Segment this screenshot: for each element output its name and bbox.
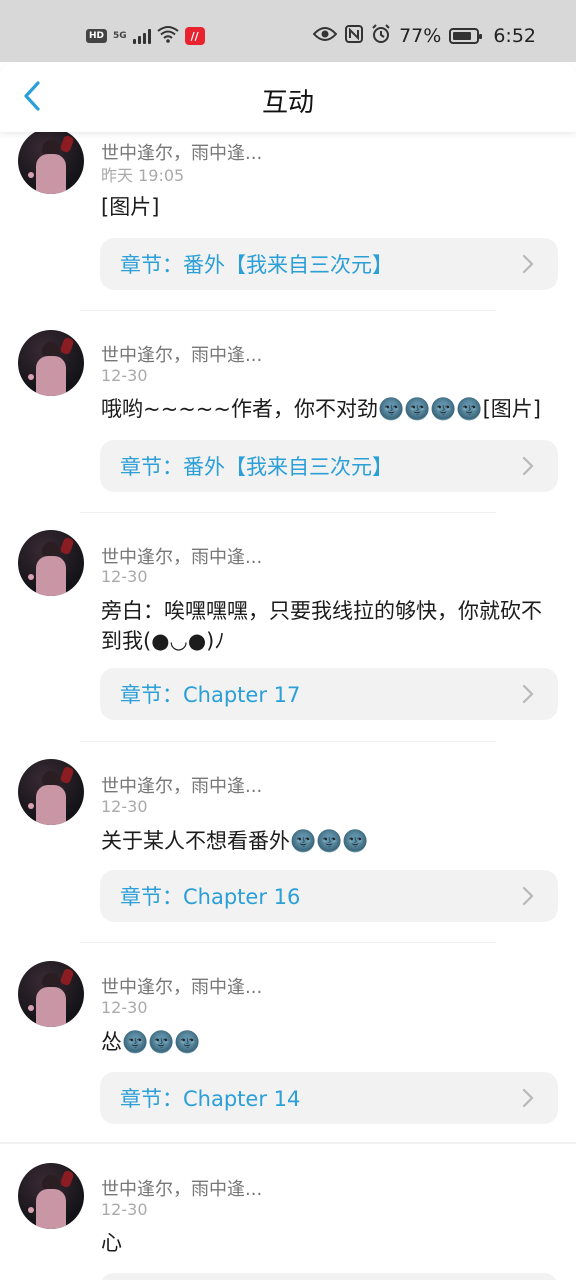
page-title: 互动 [261, 88, 314, 118]
clock: 6:52 [493, 25, 536, 47]
header-bar: 互动 [0, 62, 576, 132]
chevron-right-icon [522, 886, 536, 906]
chapter-link[interactable]: 章节：番外【我来自三次元】 [100, 238, 558, 290]
chapter-link[interactable]: 章节：Chapter 17 [100, 668, 558, 720]
signal-icon [132, 28, 151, 44]
battery-percent: 77% [399, 25, 442, 47]
user-name[interactable]: 世中逢尔，雨中逢... [101, 341, 262, 367]
divider [0, 1142, 576, 1144]
hd-icon: HD [86, 29, 108, 43]
user-name[interactable]: 世中逢尔，雨中逢... [101, 973, 262, 999]
divider [80, 942, 496, 943]
interaction-list[interactable]: 世中逢尔，雨中逢... 昨天 19:05 [图片] 章节：番外【我来自三次元】 … [0, 132, 576, 1280]
divider [80, 310, 496, 311]
chapter-link[interactable]: 章节：Chapter 14 [100, 1072, 558, 1124]
chevron-right-icon [522, 684, 536, 704]
network-type-label: 5G [113, 31, 127, 41]
avatar[interactable] [18, 530, 84, 596]
user-name[interactable]: 世中逢尔，雨中逢... [101, 543, 262, 569]
timestamp: 12-30 [101, 366, 148, 385]
timestamp: 12-30 [101, 797, 148, 816]
list-item: 世中逢尔，雨中逢... 12-30 哦哟~~~~~作者，你不对劲🌚🌚🌚🌚[图片]… [0, 330, 576, 535]
timestamp: 昨天 19:05 [101, 166, 185, 185]
list-item: 世中逢尔，雨中逢... 12-30 心 [0, 1163, 576, 1280]
wifi-icon [157, 25, 179, 47]
chapter-link[interactable]: 章节：Chapter 16 [100, 870, 558, 922]
list-item: 世中逢尔，雨中逢... 昨天 19:05 [图片] 章节：番外【我来自三次元】 [0, 132, 576, 333]
list-item: 世中逢尔，雨中逢... 12-30 旁白：唉嘿嘿嘿，只要我线拉的够快，你就砍不到… [0, 530, 576, 760]
comment-text: 关于某人不想看番外🌚🌚🌚 [101, 829, 369, 853]
status-right-icons: 77% 6:52 [312, 23, 536, 49]
eye-icon [312, 25, 338, 47]
comment-text: [图片] [101, 195, 160, 219]
chapter-label: 章节：Chapter 16 [120, 885, 301, 909]
timestamp: 12-30 [101, 1200, 148, 1219]
chapter-label: 章节：番外【我来自三次元】 [120, 253, 393, 277]
avatar[interactable] [18, 759, 84, 825]
chapter-label: 章节：Chapter 14 [120, 1087, 301, 1111]
comment-text: 旁白：唉嘿嘿嘿，只要我线拉的够快，你就砍不到我(●◡●)ﾉ [101, 599, 542, 653]
avatar[interactable] [18, 132, 84, 194]
comment-text: 心 [101, 1231, 122, 1255]
status-left-icons: HD 5G // [86, 24, 205, 48]
avatar[interactable] [18, 961, 84, 1027]
chevron-right-icon [522, 254, 536, 274]
comment-text: 哦哟~~~~~作者，你不对劲🌚🌚🌚🌚[图片] [101, 397, 541, 421]
divider [80, 741, 496, 742]
timestamp: 12-30 [101, 567, 148, 586]
list-item: 世中逢尔，雨中逢... 12-30 怂🌚🌚🌚 章节：Chapter 14 [0, 961, 576, 1166]
timestamp: 12-30 [101, 998, 148, 1017]
avatar[interactable] [18, 1163, 84, 1229]
list-item: 世中逢尔，雨中逢... 12-30 关于某人不想看番外🌚🌚🌚 章节：Chapte… [0, 759, 576, 964]
app-notification-icon: // [184, 27, 205, 45]
battery-icon [449, 28, 483, 44]
chapter-link[interactable]: 章节：番外【我来自三次元】 [100, 440, 558, 492]
comment-text: 怂🌚🌚🌚 [101, 1030, 201, 1054]
chapter-label: 章节：番外【我来自三次元】 [120, 455, 393, 479]
user-name[interactable]: 世中逢尔，雨中逢... [101, 1175, 262, 1201]
chevron-right-icon [522, 1088, 536, 1108]
chapter-link[interactable] [100, 1273, 558, 1280]
alarm-icon [371, 23, 391, 49]
nfc-icon [345, 24, 364, 48]
status-bar: HD 5G // 77% 6:52 [0, 0, 576, 62]
chevron-right-icon [522, 456, 536, 476]
chapter-label: 章节：Chapter 17 [120, 683, 301, 707]
user-name[interactable]: 世中逢尔，雨中逢... [101, 772, 262, 798]
avatar[interactable] [18, 330, 84, 396]
divider [80, 512, 496, 513]
